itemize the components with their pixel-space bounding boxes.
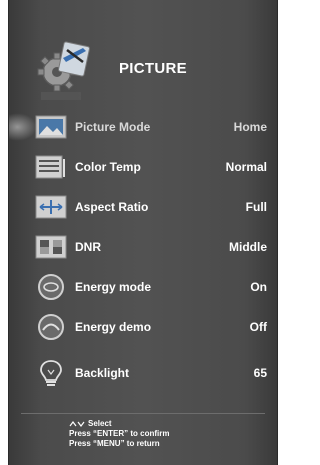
menu-item-energy-demo[interactable]: Energy demo Off (9, 307, 277, 347)
footer-hints: Select Press “ENTER” to confirm Press “M… (69, 419, 169, 449)
menu-item-value: On (250, 280, 267, 294)
settings-gear-wrench-icon (37, 41, 90, 100)
energy-demo-icon (38, 314, 64, 340)
menu-list: Picture Mode Home Color Temp Normal Aspe… (9, 107, 277, 393)
menu-item-label: Energy demo (75, 320, 152, 334)
dnr-icon (35, 235, 67, 259)
menu-item-label: Backlight (75, 366, 130, 380)
menu-item-backlight[interactable]: Backlight 65 (9, 353, 277, 393)
menu-item-label: Energy mode (75, 280, 152, 294)
menu-item-picture-mode[interactable]: Picture Mode Home (9, 107, 277, 147)
aspect-ratio-icon (35, 195, 67, 219)
menu-item-label: DNR (75, 240, 101, 254)
up-down-arrows-icon (69, 420, 85, 427)
menu-item-value: 65 (253, 366, 267, 380)
selection-highlight (9, 113, 37, 141)
energy-mode-icon (38, 274, 64, 300)
color-temp-icon (35, 155, 65, 179)
menu-item-aspect-ratio[interactable]: Aspect Ratio Full (9, 187, 277, 227)
menu-item-value: Home (233, 120, 267, 134)
menu-item-value: Normal (225, 160, 267, 174)
osd-menu-panel: PICTURE Picture Mode Home Color Temp Nor… (8, 0, 278, 465)
menu-item-label: Color Temp (75, 160, 141, 174)
menu-item-value: Full (245, 200, 267, 214)
picture-mode-icon (35, 115, 67, 139)
menu-item-energy-mode[interactable]: Energy mode On (9, 267, 277, 307)
menu-item-color-temp[interactable]: Color Temp Normal (9, 147, 277, 187)
select-hint: Select (69, 419, 169, 429)
menu-hint: Press “MENU” to return (69, 439, 160, 448)
menu-item-value: Middle (229, 240, 267, 254)
menu-title: PICTURE (119, 60, 187, 77)
menu-item-value: Off (249, 320, 267, 334)
menu-item-dnr[interactable]: DNR Middle (9, 227, 277, 267)
menu-item-label: Aspect Ratio (75, 200, 149, 214)
footer-divider (21, 413, 265, 414)
enter-hint: Press “ENTER” to confirm (69, 429, 170, 438)
select-label: Select (88, 419, 112, 428)
menu-header: PICTURE (9, 0, 277, 105)
lightbulb-icon (40, 360, 62, 386)
menu-item-label: Picture Mode (75, 120, 151, 134)
